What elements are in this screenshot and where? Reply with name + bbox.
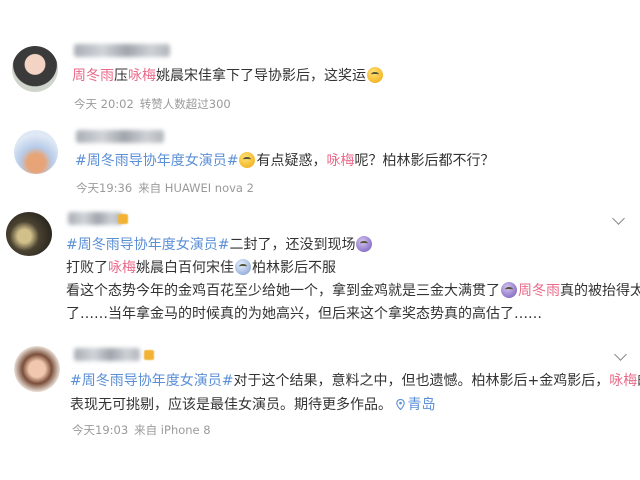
post-meta: 今天19:36 来自 HUAWEI nova 2 [76, 180, 260, 196]
text: 了……当年拿金马的时候真的为她高兴，但后来这个拿奖态势真的高估了…… [66, 306, 542, 322]
text: 看这个态势今年的金鸡百花至少给她一个，拿到金鸡就是三金大满贯了 [66, 283, 500, 299]
mention-yongmei[interactable]: 咏梅 [108, 260, 136, 276]
post-text-line-3: 看这个态势今年的金鸡百花至少给她一个，拿到金鸡就是三金大满贯了 周冬雨真的被抬得太… [66, 282, 640, 300]
text: 打败了 [66, 260, 108, 276]
avatar[interactable] [14, 130, 58, 174]
chevron-down-icon[interactable] [612, 212, 625, 225]
timestamp: 今天19:03 [72, 423, 129, 437]
text: 对于这个结果，意料之中，但也遗憾。柏林影后+金鸡影后， [233, 373, 610, 389]
avatar[interactable] [14, 346, 60, 392]
username-blurred[interactable] [74, 44, 170, 57]
text: 姚晨白百何宋佳 [136, 260, 234, 276]
mention-yongmei[interactable]: 咏梅 [128, 68, 156, 84]
post-meta: 今天 20:02 转赞人数超过300 [74, 96, 237, 112]
location-label[interactable]: 青岛 [407, 397, 435, 413]
post-source: 来自 HUAWEI nova 2 [138, 181, 254, 195]
location-pin-icon [396, 399, 406, 410]
vip-badge-icon [144, 350, 154, 360]
astonished-emoji-icon [367, 67, 383, 83]
text: 真的被抬得太高 [560, 283, 640, 299]
post-text-line-2: 表现无可挑剔，应该是最佳女演员。期待更多作品。 青岛 [70, 396, 435, 414]
mention-yongmei[interactable]: 咏梅 [609, 373, 637, 389]
timestamp: 今天 20:02 [74, 97, 134, 111]
topic-link[interactable]: #周冬雨导协年度女演员# [75, 153, 238, 169]
text: 呢？柏林影后都不行？ [354, 153, 495, 169]
mention-zhoudongyu[interactable]: 周冬雨 [518, 283, 560, 299]
crying-emoji-icon [356, 236, 373, 252]
text: 二封了，还没到现场 [229, 237, 356, 253]
text: 有点疑惑， [256, 153, 327, 169]
username-blurred[interactable] [74, 348, 140, 361]
mention-yongmei[interactable]: 咏梅 [326, 153, 354, 169]
post-text-line-1: #周冬雨导协年度女演员#对于这个结果，意料之中，但也遗憾。柏林影后+金鸡影后，咏… [70, 372, 640, 390]
post-text-line-2: 打败了咏梅姚晨白百何宋佳 柏林影后不服 [66, 259, 336, 277]
username-blurred[interactable] [76, 130, 164, 143]
text: 柏林影后不服 [252, 260, 336, 276]
repost-count: 转赞人数超过300 [139, 97, 231, 111]
avatar[interactable] [12, 46, 58, 92]
topic-link[interactable]: #周冬雨导协年度女演员# [70, 373, 233, 389]
post-text-line-1: #周冬雨导协年度女演员#二封了，还没到现场 [66, 236, 373, 254]
post-3: #周冬雨导协年度女演员#二封了，还没到现场 打败了咏梅姚晨白百何宋佳 柏林影后不服… [0, 200, 640, 330]
timestamp: 今天19:36 [76, 181, 133, 195]
post-meta: 今天19:03 来自 iPhone 8 [72, 422, 217, 438]
post-2: #周冬雨导协年度女演员# 有点疑惑，咏梅呢？柏林影后都不行？ 今天19:36 来自 … [0, 120, 640, 200]
avatar[interactable] [6, 212, 52, 256]
location-link[interactable]: 青岛 [396, 397, 435, 413]
post-4: #周冬雨导协年度女演员#对于这个结果，意料之中，但也遗憾。柏林影后+金鸡影后，咏… [0, 330, 640, 480]
vip-badge-icon [118, 214, 128, 224]
mention-zhoudongyu[interactable]: 周冬雨 [72, 68, 114, 84]
post-text: 周冬雨压咏梅姚晨宋佳拿下了导协影后，这奖运 [72, 67, 384, 85]
text: 表现无可挑剔，应该是最佳女演员。期待更多作品。 [70, 397, 392, 413]
post-source: 来自 iPhone 8 [134, 423, 211, 437]
post-1: 周冬雨压咏梅姚晨宋佳拿下了导协影后，这奖运 今天 20:02 转赞人数超过300 [0, 0, 640, 120]
crying-emoji-icon [235, 259, 251, 275]
crying-emoji-icon [501, 282, 517, 298]
text: 压 [114, 68, 128, 84]
chevron-down-icon[interactable] [614, 348, 627, 361]
text: 姚晨宋佳拿下了导协影后，这奖运 [156, 68, 366, 84]
post-text: #周冬雨导协年度女演员# 有点疑惑，咏梅呢？柏林影后都不行？ [75, 152, 494, 170]
thinking-emoji-icon [239, 152, 256, 168]
username-blurred[interactable] [68, 212, 122, 225]
post-text-line-4: 了……当年拿金马的时候真的为她高兴，但后来这个拿奖态势真的高估了…… [66, 305, 542, 323]
topic-link[interactable]: #周冬雨导协年度女演员# [66, 237, 229, 253]
